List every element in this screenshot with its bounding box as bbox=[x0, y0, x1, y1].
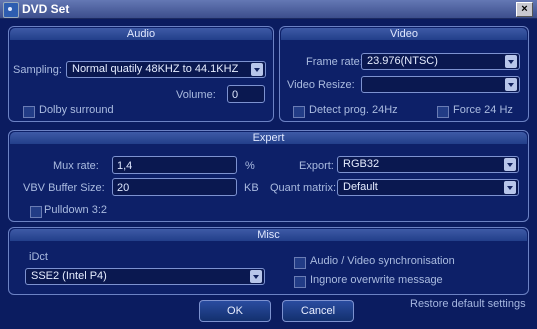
misc-panel: Misc iDct SSE2 (Intel P4) Audio / Video … bbox=[8, 227, 529, 295]
export-select[interactable]: RGB32 bbox=[337, 156, 519, 173]
close-button[interactable]: × bbox=[516, 2, 533, 17]
volume-label: Volume: bbox=[176, 89, 216, 101]
title-bar[interactable]: DVD Set × bbox=[0, 0, 537, 19]
av-sync-checkbox[interactable] bbox=[294, 257, 306, 269]
detect-24hz-checkbox[interactable] bbox=[293, 106, 305, 118]
frame-rate-label: Frame rate: bbox=[306, 56, 363, 68]
pulldown-label: Pulldown 3:2 bbox=[44, 204, 107, 216]
dolby-checkbox[interactable] bbox=[23, 106, 35, 118]
mux-rate-unit: % bbox=[245, 160, 255, 172]
chevron-down-icon[interactable] bbox=[504, 158, 516, 171]
vbv-unit: KB bbox=[244, 182, 259, 194]
dvd-set-window: DVD Set × Audio Sampling: Normal quatily… bbox=[0, 0, 537, 329]
sampling-select[interactable]: Normal quatily 48KHZ to 44.1KHZ bbox=[66, 61, 266, 78]
chevron-down-icon[interactable] bbox=[505, 55, 517, 68]
chevron-down-icon[interactable] bbox=[251, 63, 263, 76]
expert-header: Expert bbox=[10, 132, 527, 144]
export-label: Export: bbox=[299, 160, 334, 172]
chevron-down-icon[interactable] bbox=[250, 270, 262, 283]
mux-rate-label: Mux rate: bbox=[53, 160, 99, 172]
video-resize-select[interactable] bbox=[361, 76, 520, 93]
ok-button[interactable]: OK bbox=[199, 300, 271, 322]
pulldown-checkbox[interactable] bbox=[30, 206, 42, 218]
dolby-label: Dolby surround bbox=[39, 104, 114, 116]
sampling-value: Normal quatily 48KHZ to 44.1KHZ bbox=[72, 63, 239, 75]
misc-header: Misc bbox=[10, 229, 527, 241]
chevron-down-icon[interactable] bbox=[504, 181, 516, 194]
export-value: RGB32 bbox=[343, 158, 380, 170]
idct-value: SSE2 (Intel P4) bbox=[31, 270, 107, 282]
frame-rate-select[interactable]: 23.976(NTSC) bbox=[361, 53, 520, 70]
video-header: Video bbox=[281, 28, 527, 40]
window-title: DVD Set bbox=[22, 2, 70, 16]
app-icon bbox=[3, 2, 19, 18]
ignore-overwrite-label: Ingnore overwrite message bbox=[310, 274, 443, 286]
audio-header: Audio bbox=[10, 28, 272, 40]
force-24hz-checkbox[interactable] bbox=[437, 106, 449, 118]
detect-24hz-label: Detect prog. 24Hz bbox=[309, 104, 398, 116]
idct-select[interactable]: SSE2 (Intel P4) bbox=[25, 268, 265, 285]
mux-rate-field[interactable]: 1,4 bbox=[112, 156, 237, 174]
sampling-label: Sampling: bbox=[13, 64, 62, 76]
audio-panel: Audio Sampling: Normal quatily 48KHZ to … bbox=[8, 26, 274, 122]
cancel-button[interactable]: Cancel bbox=[282, 300, 354, 322]
frame-rate-value: 23.976(NTSC) bbox=[367, 55, 438, 67]
quant-matrix-label: Quant matrix: bbox=[270, 182, 337, 194]
av-sync-label: Audio / Video synchronisation bbox=[310, 255, 455, 267]
quant-matrix-value: Default bbox=[343, 181, 378, 193]
volume-field[interactable]: 0 bbox=[227, 85, 265, 103]
video-panel: Video Frame rate: 23.976(NTSC) Video Res… bbox=[279, 26, 529, 122]
chevron-down-icon[interactable] bbox=[505, 78, 517, 91]
force-24hz-label: Force 24 Hz bbox=[453, 104, 513, 116]
quant-matrix-select[interactable]: Default bbox=[337, 179, 519, 196]
restore-defaults-link[interactable]: Restore default settings bbox=[410, 298, 526, 310]
expert-panel: Expert Mux rate: 1,4 % VBV Buffer Size: … bbox=[8, 130, 529, 222]
vbv-label: VBV Buffer Size: bbox=[23, 182, 105, 194]
video-resize-label: Video Resize: bbox=[287, 79, 355, 91]
vbv-field[interactable]: 20 bbox=[112, 178, 237, 196]
ignore-overwrite-checkbox[interactable] bbox=[294, 276, 306, 288]
idct-label: iDct bbox=[29, 251, 48, 263]
